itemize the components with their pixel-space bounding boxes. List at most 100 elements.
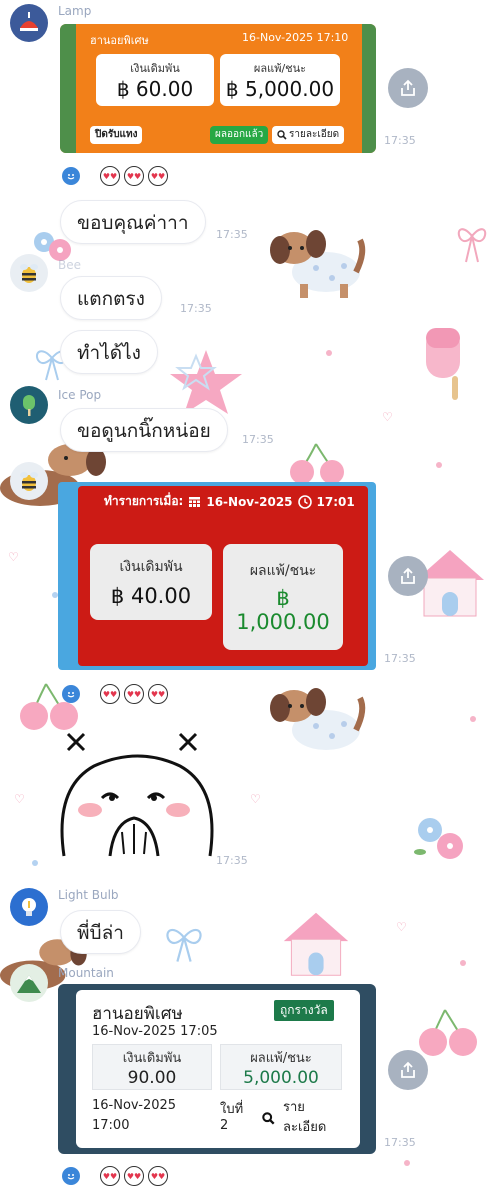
cherry-sticker [419,1009,477,1056]
smiley-icon[interactable] [62,1167,80,1185]
flower-sticker [414,818,463,859]
card-border-left [60,24,76,153]
popsicle-sticker [426,328,460,400]
card-datetime: 16-Nov-2025 17:10 [242,31,349,44]
reaction-bar[interactable]: ♥♥ ♥♥ ♥♥ [62,684,168,704]
message-time: 17:35 [216,854,248,867]
mountain-icon [17,975,41,993]
heart-eyes-emoji: ♥♥ [124,684,144,704]
dot-decoration [460,960,466,966]
clock-icon [297,494,312,509]
heart-eyes-emoji: ♥♥ [124,166,144,186]
cherry-sticker [290,443,344,484]
heart-eyes-emoji: ♥♥ [148,1166,168,1186]
card-date: 16-Nov-2025 [206,494,293,509]
stake-value: ฿ 60.00 [116,77,194,101]
result-currency: ฿ [276,586,290,610]
heart-eyes-emoji: ♥♥ [100,166,120,186]
message-bubble[interactable]: ทำได้ไง [60,330,158,374]
avatar-lamp[interactable] [10,4,48,42]
heart-decoration: ♡ [396,920,407,934]
heart-eyes-emoji: ♥♥ [148,166,168,186]
detail-button[interactable]: ราย ละเอียด [262,1098,326,1138]
heart-decoration: ♡ [382,410,393,424]
sender-name: Mountain [58,966,114,980]
card-datetime: 16-Nov-2025 17:05 [92,1024,218,1039]
dot-decoration [32,860,38,866]
avatar-ice-pop[interactable] [10,386,48,424]
light-bulb-icon [22,898,36,916]
message-bubble[interactable]: ขอดูนกนิ๊กหน่อย [60,408,228,452]
dot-decoration [326,350,332,356]
card-border-right [362,24,376,153]
message-time: 17:35 [384,652,416,665]
stake-value: 90.00 [127,1067,177,1088]
share-button[interactable] [388,1050,428,1090]
avatar-mountain[interactable] [10,964,48,1002]
bet-slip-card[interactable]: ทำรายการเมื่อ: 16-Nov-2025 17:01 เงินเดิ… [58,482,376,670]
message-time: 17:35 [216,228,248,241]
bee-icon [20,472,38,491]
winner-badge: ถูกรางวัล [274,1000,334,1021]
bee-icon [20,264,38,283]
detail-label: รายละเอียด [289,129,340,140]
search-icon [277,130,287,140]
house-sticker [283,912,349,976]
result-box: ผลแพ้/ชนะ ฿ 5,000.00 [220,54,340,106]
card-title: ฮานอยพิเศษ [92,1004,183,1024]
message-bubble[interactable]: แตกตรง [60,276,162,320]
closed-button[interactable]: ปิดรับแทง [90,126,143,144]
smiley-icon[interactable] [62,685,80,703]
message-bubble[interactable]: ขอบคุณค่าาา [60,200,206,244]
result-label: ผลแพ้/ชนะ [249,563,317,579]
avatar-light-bulb[interactable] [10,888,48,926]
share-button[interactable] [388,556,428,596]
result-value: 1,000.00 [236,610,330,634]
heart-decoration: ♡ [250,792,261,806]
blushing-face-sticker[interactable] [54,728,224,868]
stake-value: ฿ 40.00 [110,584,192,608]
calendar-icon [189,497,201,507]
bet-slip-card[interactable]: ฮานอยพิเศษ ถูกรางวัล 16-Nov-2025 17:05 เ… [58,984,376,1154]
dog-sticker [270,688,366,750]
heart-decoration: ♡ [14,792,25,806]
stake-box: เงินเดิมพัน ฿ 40.00 [90,544,212,620]
stake-label: เงินเดิมพัน [122,1050,182,1066]
stake-label: เงินเดิมพัน [130,62,180,75]
dot-decoration [404,1160,410,1166]
heart-eyes-emoji: ♥♥ [124,1166,144,1186]
avatar-bee[interactable] [10,462,48,500]
reaction-bar[interactable]: ♥♥ ♥♥ ♥♥ [62,1166,168,1186]
ribbon-sticker [457,228,487,263]
stake-box: เงินเดิมพัน ฿ 60.00 [96,54,214,106]
lamp-icon [20,12,38,31]
heart-decoration: ♡ [8,550,19,564]
dog-sticker [270,230,366,298]
share-icon [401,1061,415,1078]
reaction-bar[interactable]: ♥♥ ♥♥ ♥♥ [62,166,168,186]
result-box: ผลแพ้/ชนะ ฿ 1,000.00 [223,544,343,650]
sender-name: Bee [58,258,81,272]
card-body: ฮานอยพิเศษ ถูกรางวัล 16-Nov-2025 17:05 เ… [76,990,360,1148]
detail-button[interactable]: รายละเอียด [272,126,345,144]
dot-decoration [470,716,476,722]
stake-label: เงินเดิมพัน [119,559,183,575]
detail-label-line1: ราย [283,1100,305,1115]
message-time: 17:35 [384,134,416,147]
sender-name: Light Bulb [58,888,119,902]
smiley-icon[interactable] [62,167,80,185]
heart-eyes-emoji: ♥♥ [100,1166,120,1186]
avatar-bee[interactable] [10,254,48,292]
sender-name: Lamp [58,4,92,18]
message-bubble[interactable]: พี่บีล่า [60,910,141,954]
result-out-badge: ผลออกแล้ว [210,126,269,144]
card-title: ฮานอยพิเศษ [90,34,149,47]
result-value: ฿ 5,000.00 [225,77,335,101]
bet-slip-card[interactable]: ฮานอยพิเศษ 16-Nov-2025 17:10 เงินเดิมพัน… [60,24,376,153]
share-button[interactable] [388,68,428,108]
heart-eyes-emoji: ♥♥ [148,684,168,704]
result-value: 5,000.00 [243,1067,319,1088]
message-time: 17:35 [180,302,212,315]
share-icon [401,567,415,584]
detail-label-line2: ละเอียด [283,1120,327,1135]
